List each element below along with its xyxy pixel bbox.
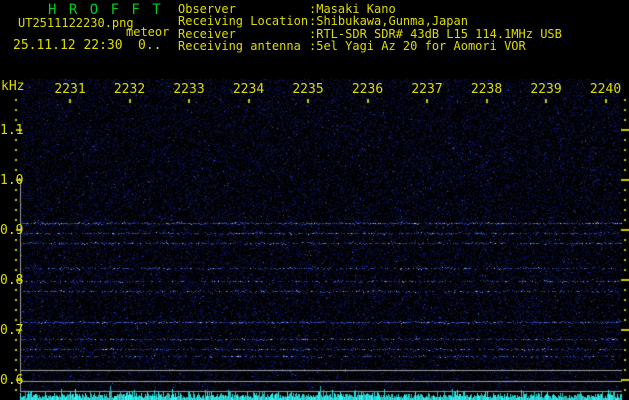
y-tick-label: 0.8 (0, 273, 24, 288)
frequency-unit-label: kHz (1, 79, 25, 94)
spectrogram-canvas (0, 0, 629, 400)
y-tick-label: 0.9 (0, 223, 24, 238)
x-tick-label: 2240 (589, 82, 622, 97)
x-tick-label: 2238 (470, 82, 503, 97)
info-row: Receiving antenna :5el Yagi Az 20 for Aom… (178, 39, 562, 54)
x-tick-label: 2236 (351, 82, 384, 97)
datetime-label: 25.11.12 22:30 (13, 38, 123, 53)
x-tick-label: 2233 (173, 82, 205, 97)
info-label: Receiving Location (178, 14, 309, 29)
filename-label: UT2511122230.png (18, 16, 134, 30)
hrofft-output-screen: H R O F F T UT2511122230.png meteor 25.1… (0, 0, 629, 400)
y-tick-label: 1.1 (0, 123, 24, 138)
info-label: Receiving antenna (178, 39, 301, 54)
y-tick-label: 0.7 (0, 323, 24, 338)
observer-info-block: Observer:Masaki Kano Receiving Location:S… (178, 3, 562, 53)
x-tick-label: 2234 (232, 82, 265, 97)
channel-label: meteor (126, 25, 170, 39)
x-tick-label: 2237 (411, 82, 443, 97)
info-value: :5el Yagi Az 20 for Aomori VOR (309, 39, 526, 54)
echo-counter: 0.. (138, 38, 162, 53)
x-tick-label: 2239 (530, 82, 562, 97)
x-tick-label: 2235 (292, 82, 324, 97)
x-tick-label: 2232 (113, 82, 146, 97)
x-tick-label: 2231 (54, 82, 86, 97)
y-tick-label: 0.6 (0, 373, 24, 388)
y-tick-label: 1.0 (0, 173, 24, 188)
